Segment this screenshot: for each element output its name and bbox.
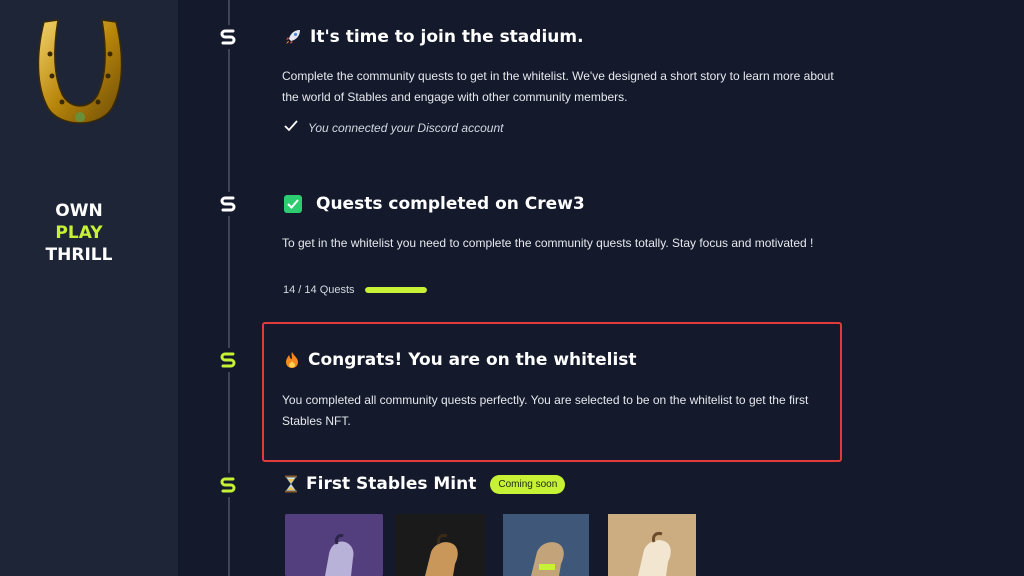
step-title-first-mint: First Stables Mint Coming soon (284, 474, 566, 494)
green-checkbox-icon (284, 195, 302, 213)
sidebar: OWN PLAY THRILL (0, 0, 178, 576)
step-title-text: It's time to join the stadium. (310, 27, 584, 47)
coming-soon-badge: Coming soon (490, 474, 566, 494)
timeline-step-icon (216, 473, 240, 497)
step-title-congrats: Congrats! You are on the whitelist (284, 350, 637, 370)
step-title-text: First Stables Mint (306, 474, 477, 494)
status-text: You connected your Discord account (308, 120, 504, 135)
nft-thumbnail-beige-horse[interactable] (603, 514, 701, 576)
progress-bar (364, 287, 427, 293)
progress-label: 14 / 14 Quests (283, 284, 355, 296)
tagline-thrill: THRILL (45, 245, 113, 265)
tagline: OWN PLAY THRILL (0, 200, 158, 266)
step-title-join-stadium: It's time to join the stadium. (284, 27, 584, 47)
discord-connected-status: You connected your Discord account (284, 120, 503, 135)
step-description: You completed all community quests perfe… (282, 393, 809, 428)
checkmark-icon (284, 120, 298, 135)
step-description: To get in the whitelist you need to comp… (282, 236, 814, 250)
step-title-text: Congrats! You are on the whitelist (308, 350, 637, 370)
tagline-own: OWN (55, 201, 103, 221)
tagline-play: PLAY (55, 223, 103, 243)
nft-thumbnail-blue-horse[interactable] (497, 514, 595, 576)
nft-thumbnail-purple-horse[interactable] (285, 514, 383, 576)
rocket-icon (284, 28, 302, 46)
nft-thumbnails (285, 514, 701, 576)
timeline-step-icon (216, 25, 240, 49)
horseshoe-logo-icon (37, 19, 123, 124)
quest-progress: 14 / 14 Quests (283, 284, 427, 296)
timeline-step-icon (216, 192, 240, 216)
step-description: Complete the community quests to get in … (282, 69, 834, 104)
fire-icon (284, 351, 300, 369)
timeline-step-icon (216, 348, 240, 372)
step-title-quests-completed: Quests completed on Crew3 (284, 194, 585, 214)
step-title-text: Quests completed on Crew3 (316, 194, 585, 214)
hourglass-icon (284, 475, 298, 493)
progress-fill (364, 287, 427, 293)
nft-thumbnail-dark-horse[interactable] (391, 514, 489, 576)
